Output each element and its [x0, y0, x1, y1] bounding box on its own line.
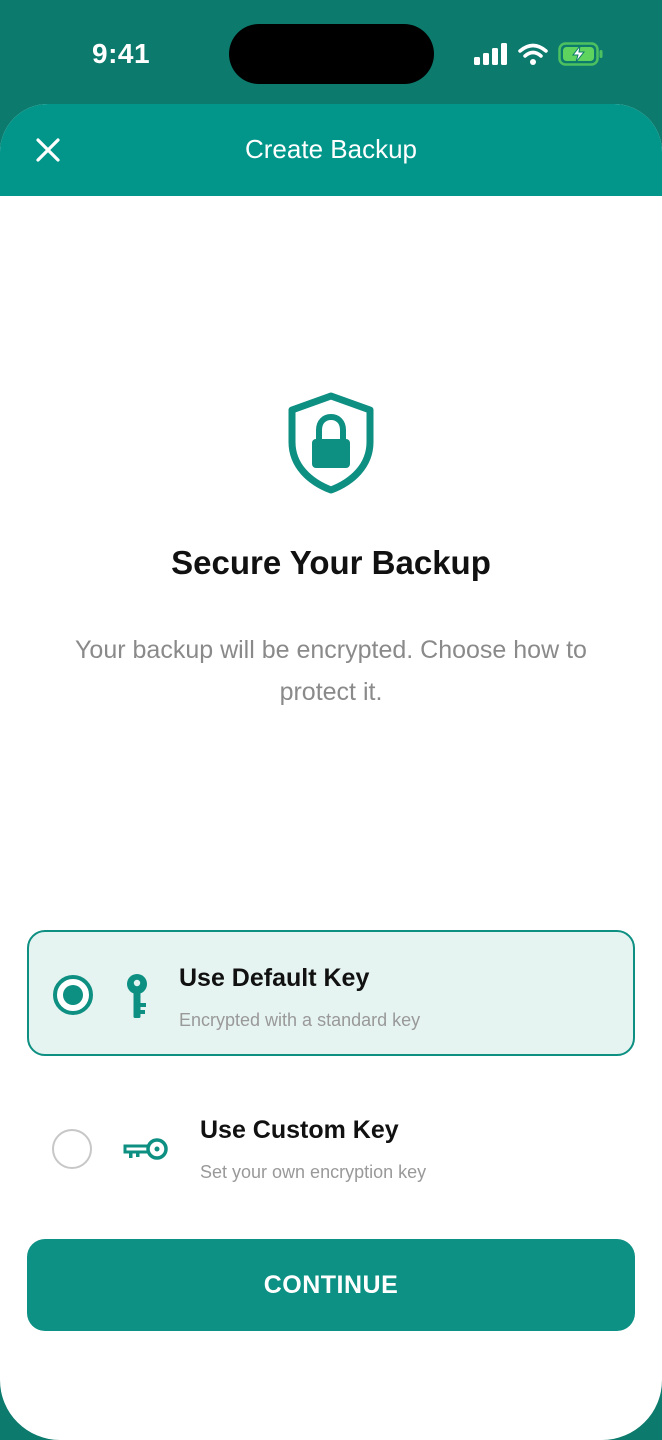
- nav-bar: Create Backup: [0, 104, 662, 196]
- status-icons: [474, 42, 604, 66]
- page-title: Secure Your Backup: [171, 544, 491, 581]
- wifi-icon: [518, 43, 548, 65]
- option-subtitle: Set your own encryption key: [200, 1162, 427, 1182]
- option-title: Use Custom Key: [200, 1116, 399, 1144]
- status-bar: 9:41: [0, 0, 662, 104]
- option-subtitle: Encrypted with a standard key: [179, 1010, 421, 1030]
- option-custom-key[interactable]: Use Custom Key Set your own encryption k…: [27, 1084, 635, 1210]
- nav-title: Create Backup: [245, 134, 417, 164]
- shield-lock-icon: [288, 392, 374, 494]
- option-default-key[interactable]: Use Default Key Encrypted with a standar…: [27, 930, 635, 1056]
- battery-charging-icon: [558, 42, 603, 66]
- radio-unselected[interactable]: [52, 1129, 92, 1169]
- key-icon: [127, 974, 147, 1018]
- page-subtitle: Your backup will be encrypted. Choose ho…: [75, 636, 587, 706]
- backup-sheet: Create Backup Secure Your Backup Your ba…: [0, 104, 662, 1440]
- device-screen: 9:41 Create Backup Secure Your Backup Yo…: [0, 0, 662, 1440]
- continue-button[interactable]: CONTINUE: [27, 1239, 635, 1331]
- dynamic-island: [229, 24, 434, 84]
- cellular-signal-icon: [474, 43, 507, 65]
- custom-key-icon: [123, 1138, 168, 1160]
- status-time: 9:41: [92, 38, 151, 69]
- option-title: Use Default Key: [179, 964, 370, 992]
- radio-selected[interactable]: [53, 975, 93, 1015]
